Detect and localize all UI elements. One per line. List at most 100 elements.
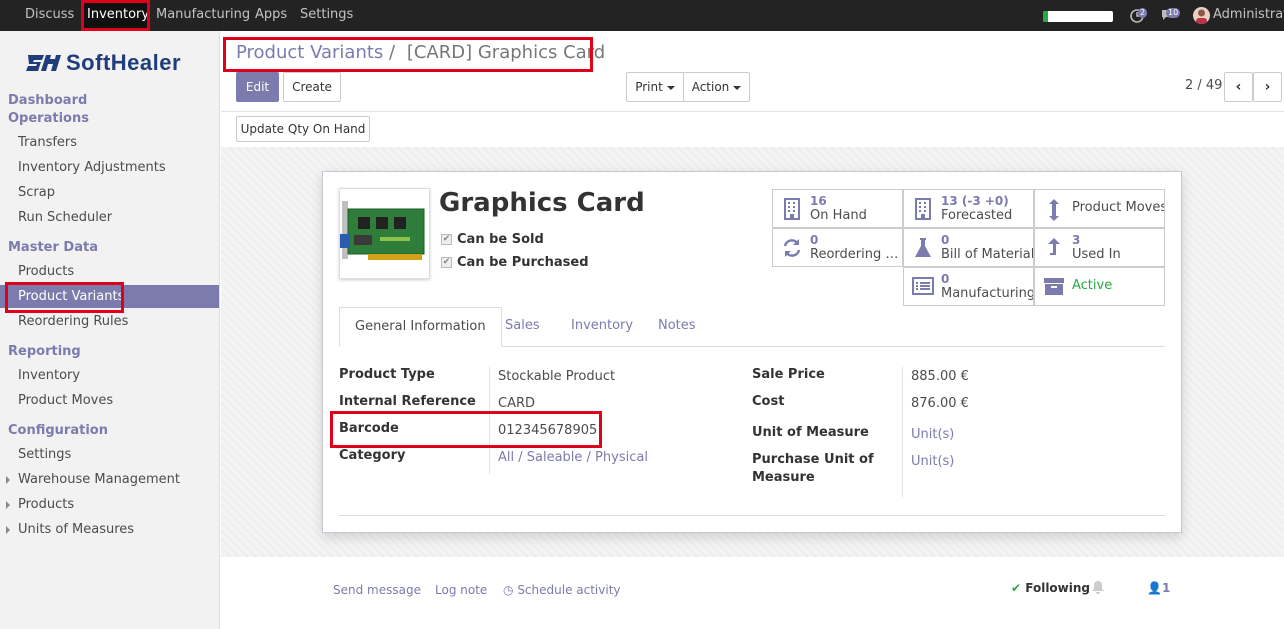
product-moves-label: Product Moves <box>1072 200 1164 215</box>
create-button[interactable]: Create <box>283 72 341 102</box>
menu-manufacturing[interactable]: Manufacturing <box>150 0 256 31</box>
message-count-badge: 10 <box>1166 8 1181 18</box>
sidebar-reporting[interactable]: Reporting <box>8 344 81 359</box>
send-message-button[interactable]: Send message <box>333 583 421 597</box>
sidebar-item-run-scheduler[interactable]: Run Scheduler <box>0 206 219 229</box>
reordering-rules-button[interactable]: 0 Reordering Rules <box>772 228 903 267</box>
sidebar-item-transfers[interactable]: Transfers <box>0 131 219 154</box>
sidebar-item-label: Warehouse Management <box>18 472 181 487</box>
sidebar-item-reordering-rules[interactable]: Reordering Rules <box>0 310 219 333</box>
arrows-vertical-icon <box>1043 198 1065 221</box>
sidebar-operations[interactable]: Operations <box>8 111 89 126</box>
used-in-button[interactable]: 3 Used In <box>1034 228 1165 267</box>
menu-inventory[interactable]: Inventory <box>81 0 149 31</box>
tab-general-information[interactable]: General Information <box>339 307 502 347</box>
sidebar-item-settings[interactable]: Settings <box>0 443 219 466</box>
sidebar-item-product-variants[interactable]: Product Variants <box>0 285 219 308</box>
can-be-sold-checkbox[interactable]: ✔ <box>441 234 452 245</box>
manufacturing-count: 0 <box>941 272 950 286</box>
building-icon <box>781 198 803 220</box>
on-hand-count: 16 <box>810 194 827 208</box>
tab-sales[interactable]: Sales <box>490 307 555 347</box>
bill-of-materials-button[interactable]: 0 Bill of Materials <box>903 228 1034 267</box>
schedule-activity-button[interactable]: ◷ Schedule activity <box>503 583 621 597</box>
tab-inventory[interactable]: Inventory <box>556 307 648 347</box>
sidebar-item-scrap[interactable]: Scrap <box>0 181 219 204</box>
activity-icon[interactable]: 2 <box>1130 8 1148 24</box>
internal-reference-value[interactable]: CARD <box>498 396 535 411</box>
flask-icon <box>912 237 934 259</box>
divider <box>339 515 1165 516</box>
list-icon <box>912 276 934 298</box>
refresh-icon <box>781 237 803 259</box>
user-name[interactable]: Administrator <box>1213 0 1284 30</box>
forecasted-count: 13 (-3 +0) <box>941 194 1009 208</box>
product-type-label: Product Type <box>339 367 435 382</box>
product-name[interactable]: Graphics Card <box>439 188 645 218</box>
bell-icon[interactable] <box>1092 580 1104 594</box>
field-separator <box>489 367 490 475</box>
followers-button[interactable]: 👤1 <box>1147 581 1170 595</box>
action-dropdown[interactable]: Action <box>683 72 750 102</box>
product-moves-button[interactable]: Product Moves <box>1034 189 1165 228</box>
cost-value[interactable]: 876.00 € <box>911 396 969 411</box>
pager-value[interactable]: 2 / 49 <box>1185 78 1222 93</box>
used-in-count: 3 <box>1072 233 1081 247</box>
can-be-purchased-label: Can be Purchased <box>457 255 589 270</box>
sidebar-item-config-products[interactable]: Products <box>0 493 219 516</box>
form-sheet: Graphics Card ✔ Can be Sold ✔ Can be Pur… <box>322 171 1182 533</box>
pager-previous-button[interactable]: ‹ <box>1224 72 1253 102</box>
manufacturing-button[interactable]: 0 Manufacturing <box>903 267 1034 306</box>
tab-notes[interactable]: Notes <box>643 307 711 347</box>
category-value[interactable]: All / Saleable / Physical <box>498 450 648 465</box>
sidebar-item-inventory-report[interactable]: Inventory <box>0 364 219 387</box>
following-button[interactable]: ✔ Following <box>1011 581 1090 595</box>
sidebar-item-inventory-adjustments[interactable]: Inventory Adjustments <box>0 156 219 179</box>
purchase-uom-value[interactable]: Unit(s) <box>911 454 954 469</box>
messages-icon[interactable]: 10 <box>1160 8 1182 24</box>
bom-count: 0 <box>941 233 950 247</box>
sidebar-dashboard[interactable]: Dashboard <box>8 93 87 108</box>
field-separator <box>902 367 903 497</box>
purchase-uom-label-2: Measure <box>752 470 815 485</box>
used-in-label: Used In <box>1072 247 1121 262</box>
pager-next-button[interactable]: › <box>1253 72 1282 102</box>
sale-price-label: Sale Price <box>752 367 825 382</box>
sidebar-master-data[interactable]: Master Data <box>8 240 98 255</box>
on-hand-button[interactable]: 16 On Hand <box>772 189 903 228</box>
forecasted-button[interactable]: 13 (-3 +0) Forecasted <box>903 189 1034 228</box>
internal-reference-label: Internal Reference <box>339 394 476 409</box>
update-qty-on-hand-button[interactable]: Update Qty On Hand <box>236 116 370 142</box>
uom-value[interactable]: Unit(s) <box>911 427 954 442</box>
breadcrumb-parent[interactable]: Product Variants <box>236 42 383 63</box>
sidebar-configuration[interactable]: Configuration <box>8 423 108 438</box>
menu-discuss[interactable]: Discuss <box>19 0 80 31</box>
sidebar: SoftHealer Dashboard Operations Transfer… <box>0 31 220 629</box>
bom-label: Bill of Materials <box>941 247 1033 262</box>
can-be-purchased-checkbox[interactable]: ✔ <box>441 257 452 268</box>
chevron-left-icon: ‹ <box>1235 79 1242 95</box>
top-menu-bar: Discuss Inventory Manufacturing Apps Set… <box>0 0 1284 31</box>
active-toggle-button[interactable]: Active <box>1034 267 1165 306</box>
print-dropdown[interactable]: Print <box>626 72 684 102</box>
product-type-value[interactable]: Stockable Product <box>498 369 615 384</box>
log-note-button[interactable]: Log note <box>435 583 487 597</box>
sale-price-value[interactable]: 885.00 € <box>911 369 969 384</box>
building-icon <box>912 198 934 220</box>
edit-button[interactable]: Edit <box>236 72 279 102</box>
breadcrumb-current: [CARD] Graphics Card <box>406 42 606 63</box>
archive-icon <box>1043 276 1065 298</box>
action-label: Action <box>692 80 742 94</box>
barcode-label: Barcode <box>339 421 399 436</box>
purchase-uom-label-1: Purchase Unit of <box>752 452 874 467</box>
sidebar-item-products[interactable]: Products <box>0 260 219 283</box>
sidebar-item-label: Units of Measures <box>18 522 135 537</box>
sidebar-item-warehouse-management[interactable]: Warehouse Management <box>0 468 219 491</box>
barcode-value[interactable]: 012345678905 <box>498 423 597 438</box>
avatar[interactable] <box>1193 7 1210 24</box>
menu-apps[interactable]: Apps <box>249 0 293 31</box>
product-image[interactable] <box>339 188 430 279</box>
sidebar-item-units-of-measures[interactable]: Units of Measures <box>0 518 219 541</box>
sidebar-item-product-moves[interactable]: Product Moves <box>0 389 219 412</box>
menu-settings[interactable]: Settings <box>294 0 359 31</box>
